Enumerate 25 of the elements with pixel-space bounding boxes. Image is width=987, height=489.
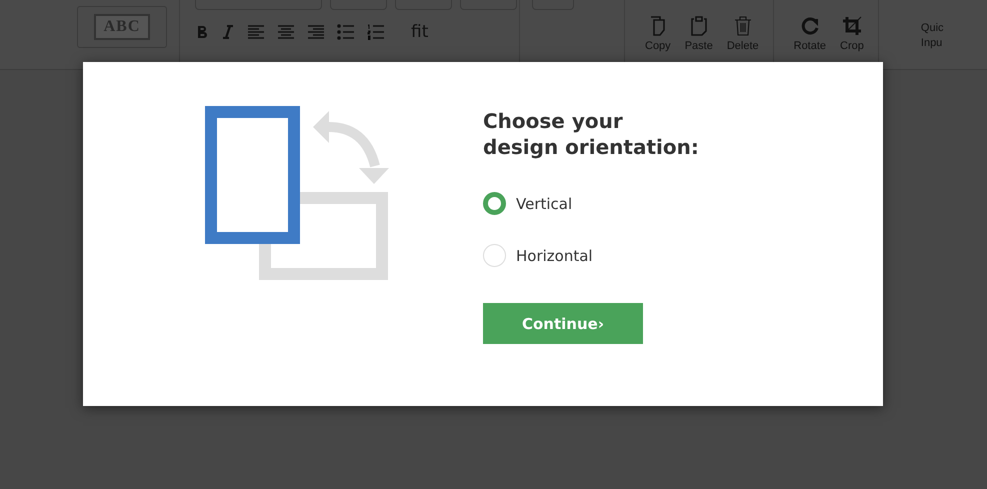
- delete-button[interactable]: Delete: [726, 16, 759, 52]
- align-left-icon[interactable]: [247, 25, 265, 39]
- numbered-list-icon[interactable]: [367, 24, 385, 40]
- rotate-icon: [800, 16, 820, 36]
- paste-button[interactable]: Paste: [684, 16, 713, 52]
- radio-button[interactable]: [483, 192, 506, 215]
- trash-icon: [734, 16, 752, 36]
- orientation-option[interactable]: Horizontal: [483, 244, 703, 267]
- copy-icon: [650, 16, 666, 36]
- toolbar-label: Inpu: [920, 37, 944, 49]
- italic-icon[interactable]: [221, 25, 235, 39]
- continue-button[interactable]: Continue›: [483, 303, 643, 344]
- dialog-title: Choose your design orientation:: [483, 108, 700, 160]
- crop-icon: [842, 16, 862, 36]
- rotate-button[interactable]: Rotate: [794, 16, 826, 52]
- crop-button[interactable]: Crop: [840, 16, 864, 52]
- fit-button[interactable]: fit: [411, 22, 428, 42]
- copy-button[interactable]: Copy: [645, 16, 671, 52]
- paste-icon: [690, 16, 707, 36]
- toolbar-label: Quic: [920, 22, 944, 34]
- bullet-list-icon[interactable]: [337, 24, 355, 40]
- orientation-option[interactable]: Vertical: [483, 192, 703, 215]
- bold-icon[interactable]: [195, 25, 209, 39]
- align-center-icon[interactable]: [277, 25, 295, 39]
- align-right-icon[interactable]: [307, 25, 325, 39]
